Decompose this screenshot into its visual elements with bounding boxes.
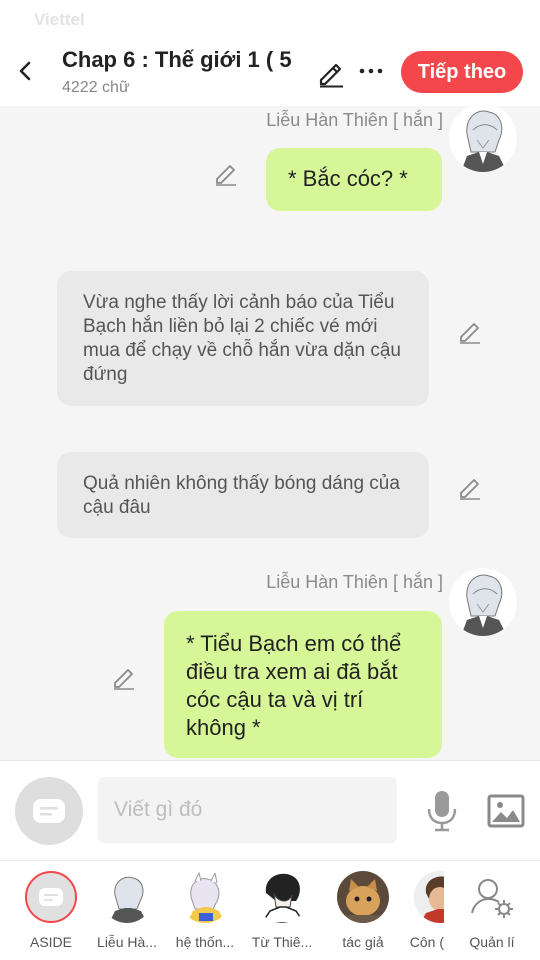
message-input[interactable]: Viết gì đó: [98, 777, 397, 843]
character-avatar: [337, 871, 389, 923]
character-avatar: [256, 871, 308, 923]
edit-message-icon[interactable]: [213, 160, 239, 186]
edit-message-icon[interactable]: [457, 474, 483, 500]
character-avatar[interactable]: [449, 106, 517, 172]
microphone-icon[interactable]: [424, 789, 460, 833]
character-item-label: ASIDE: [29, 934, 72, 950]
aside-avatar: [25, 871, 77, 923]
character-item-label: hệ thốn...: [175, 934, 235, 950]
character-avatar: [414, 871, 444, 923]
character-item-label: Côn (: [409, 934, 444, 950]
edit-message-icon[interactable]: [111, 664, 137, 690]
chat-area[interactable]: Liễu Hàn Thiên [ hắn ] * Bắc cóc? * Vừa …: [0, 106, 540, 760]
aside-toggle-button[interactable]: [15, 777, 83, 845]
speaker-name: Liễu Hàn Thiên [ hắn ]: [266, 110, 443, 130]
character-item-con[interactable]: Côn (: [396, 871, 444, 950]
character-item-tac-gia[interactable]: tác giả: [324, 871, 402, 950]
next-chapter-button[interactable]: Tiếp theo: [401, 51, 523, 93]
character-avatar: [101, 871, 153, 923]
character-item-aside[interactable]: ASIDE: [12, 871, 90, 950]
character-item-lieu-han-thien[interactable]: Liễu Hà...: [88, 871, 166, 950]
character-item-he-thong[interactable]: hệ thốn...: [166, 871, 244, 950]
character-item-tu-thien[interactable]: Từ Thiê...: [243, 871, 321, 950]
carrier-label: Viettel: [34, 10, 85, 29]
header: Chap 6 : Thế giới 1 ( 5 4222 chữ Tiếp th…: [0, 40, 540, 106]
word-count: 4222 chữ: [62, 79, 130, 96]
my-message-bubble[interactable]: * Tiểu Bạch em có thể điều tra xem ai đã…: [164, 611, 442, 758]
character-avatar[interactable]: [449, 568, 517, 636]
character-item-label: Quản lí: [469, 934, 515, 950]
edit-title-icon[interactable]: [316, 58, 346, 88]
message-composer: Viết gì đó: [0, 760, 540, 860]
status-bar: Viettel: [0, 0, 540, 40]
narration-bubble[interactable]: Vừa nghe thấy lời cảnh báo của Tiểu Bạch…: [57, 271, 429, 406]
character-item-quan-li[interactable]: Quản lí: [453, 871, 531, 950]
image-icon[interactable]: [486, 791, 526, 831]
character-portrait-image: [461, 110, 507, 172]
chat-bubble-icon: [33, 799, 65, 823]
character-item-label: tác giả: [342, 934, 384, 950]
character-item-label: Từ Thiê...: [251, 934, 313, 950]
more-options-icon[interactable]: [358, 58, 384, 84]
my-message-bubble[interactable]: * Bắc cóc? *: [266, 148, 442, 211]
edit-message-icon[interactable]: [457, 318, 483, 344]
chat-bubble-icon: [39, 888, 63, 906]
user-settings-icon: [471, 879, 513, 918]
chapter-title[interactable]: Chap 6 : Thế giới 1 ( 5: [62, 47, 312, 73]
character-portrait-image: [461, 574, 507, 636]
narration-bubble[interactable]: Quả nhiên không thấy bóng dáng của cậu đ…: [57, 452, 429, 538]
character-item-label: Liễu Hà...: [97, 934, 157, 950]
back-arrow-icon[interactable]: [12, 56, 40, 86]
character-bar: ASIDE Liễu Hà... hệ thốn... Từ Thiê... t…: [0, 860, 540, 960]
speaker-name: Liễu Hàn Thiên [ hắn ]: [266, 572, 443, 592]
character-avatar: [179, 871, 231, 923]
